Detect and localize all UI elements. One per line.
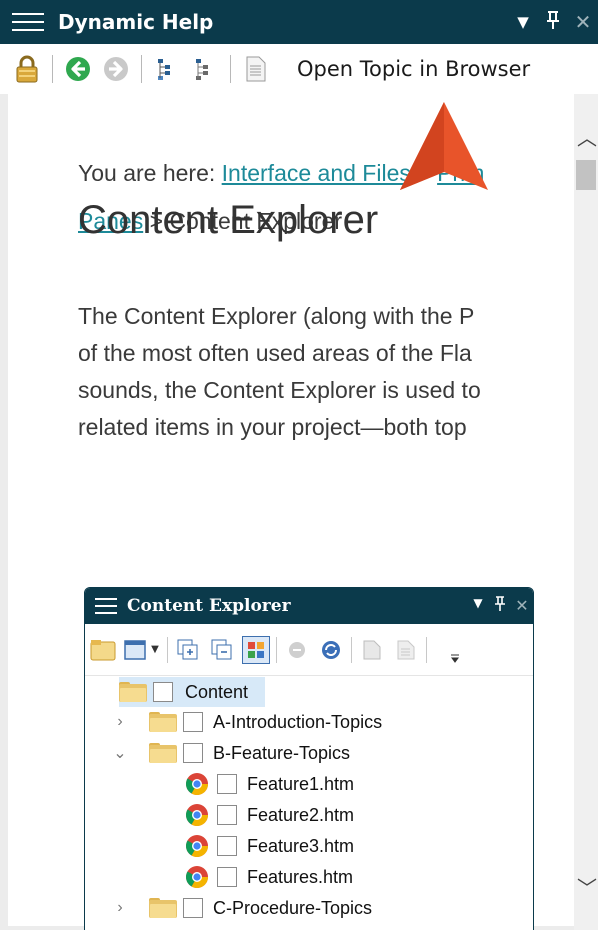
intro-paragraph: The Content Explorer (along with the P o… bbox=[78, 303, 481, 440]
open-topic-in-browser-button[interactable]: Open Topic in Browser bbox=[297, 57, 530, 81]
dynamic-help-toolbar: Open Topic in Browser bbox=[0, 44, 598, 94]
content-explorer-toolbar: ▼ bbox=[85, 624, 533, 676]
ce-dropdown-arrow-icon: ▼ bbox=[151, 644, 159, 655]
ce-overflow-icon bbox=[441, 636, 469, 664]
scroll-up-icon[interactable]: ︿ bbox=[577, 122, 597, 151]
ce-collapse-all-icon bbox=[208, 636, 236, 664]
chevron-right-icon: › bbox=[117, 713, 123, 730]
ce-refresh-icon bbox=[317, 636, 345, 664]
checkbox bbox=[217, 805, 237, 825]
scrollbar-thumb[interactable] bbox=[576, 160, 596, 190]
toc-icon[interactable] bbox=[190, 54, 220, 84]
chrome-icon bbox=[186, 773, 208, 795]
chrome-icon bbox=[186, 835, 208, 857]
close-icon[interactable]: ✕ bbox=[568, 10, 598, 34]
forward-icon[interactable] bbox=[101, 54, 131, 84]
content-explorer-screenshot: Content Explorer ▼ ✕ ▼ Content › A-Intro… bbox=[84, 587, 534, 930]
ce-folder-icon bbox=[89, 636, 117, 664]
checkbox bbox=[217, 836, 237, 856]
tree-item-b-feature-topics: ⌄ B-Feature-Topics bbox=[111, 738, 350, 768]
page-icon[interactable] bbox=[241, 54, 271, 84]
panel-title: Dynamic Help bbox=[58, 10, 214, 34]
lock-icon[interactable] bbox=[12, 54, 42, 84]
pin-icon[interactable] bbox=[538, 10, 568, 35]
dropdown-icon[interactable]: ▼ bbox=[508, 13, 538, 31]
folder-icon bbox=[149, 712, 177, 732]
scroll-down-icon[interactable]: ﹀ bbox=[577, 872, 597, 901]
back-icon[interactable] bbox=[63, 54, 93, 84]
folder-open-icon bbox=[149, 743, 177, 763]
tree-item-content: Content bbox=[119, 677, 265, 707]
folder-open-icon bbox=[119, 682, 147, 702]
page-title: Content Explorer bbox=[78, 198, 379, 242]
dynamic-help-titlebar: Dynamic Help ▼ ✕ bbox=[0, 0, 598, 44]
ce-expand-all-icon bbox=[174, 636, 202, 664]
checkbox bbox=[217, 867, 237, 887]
ce-close-icon: ✕ bbox=[515, 596, 529, 615]
content-explorer-titlebar: Content Explorer ▼ ✕ bbox=[85, 588, 533, 624]
checkbox bbox=[183, 743, 203, 763]
menu-icon[interactable] bbox=[12, 0, 46, 44]
ce-disabled-page-icon bbox=[392, 636, 420, 664]
tree-item-feature3: Feature3.htm bbox=[185, 831, 354, 861]
chevron-down-icon: ⌄ bbox=[113, 745, 127, 762]
checkbox bbox=[153, 682, 173, 702]
callout-arrow-icon bbox=[400, 102, 488, 190]
chrome-icon bbox=[186, 866, 208, 888]
ce-pin-icon bbox=[489, 596, 511, 616]
ce-disabled-tool-icon bbox=[283, 636, 311, 664]
vertical-scrollbar[interactable]: ︿ ﹀ bbox=[574, 94, 598, 930]
checkbox bbox=[183, 898, 203, 918]
tree-item-features: Features.htm bbox=[185, 862, 353, 892]
tree-item-c-procedure-topics: › C-Procedure-Topics bbox=[111, 893, 372, 923]
breadcrumb-link-interface-and-files[interactable]: Interface and Files bbox=[222, 160, 411, 186]
tree-item-feature1: Feature1.htm bbox=[185, 769, 354, 799]
ce-window-icon bbox=[123, 636, 147, 664]
tree-item-feature2: Feature2.htm bbox=[185, 800, 354, 830]
ce-menu-icon bbox=[95, 588, 117, 624]
ce-dropdown-icon: ▼ bbox=[473, 596, 483, 610]
chrome-icon bbox=[186, 804, 208, 826]
checkbox bbox=[183, 712, 203, 732]
ce-tiles-icon bbox=[242, 635, 270, 664]
sync-toc-icon[interactable] bbox=[152, 54, 182, 84]
ce-disabled-up-icon bbox=[358, 636, 386, 664]
chevron-right-icon: › bbox=[117, 899, 123, 916]
content-explorer-title: Content Explorer bbox=[127, 596, 291, 616]
checkbox bbox=[217, 774, 237, 794]
tree-item-a-introduction-topics: › A-Introduction-Topics bbox=[111, 707, 382, 737]
folder-icon bbox=[149, 898, 177, 918]
